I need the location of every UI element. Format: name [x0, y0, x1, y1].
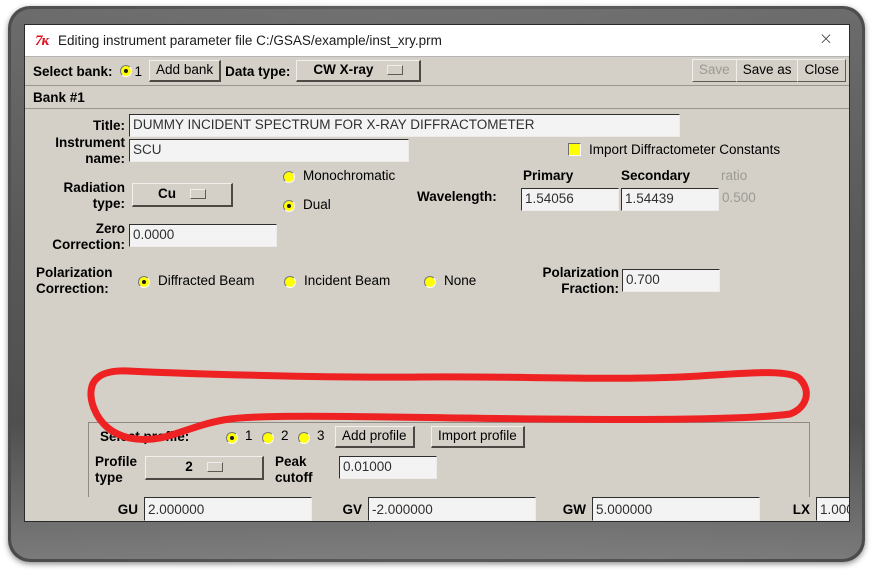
parameter-input-gv[interactable]: -2.000000 — [368, 497, 536, 521]
profile-type-label-line2: type — [95, 470, 123, 485]
close-button[interactable]: Close — [797, 59, 846, 82]
dual-radio[interactable] — [283, 200, 295, 212]
import-constants-label: Import Diffractometer Constants — [589, 142, 781, 157]
option-menu-indicator-icon — [190, 189, 206, 199]
secondary-header: Secondary — [621, 168, 691, 183]
toolbar: Select bank: 1 Add bank Data type: CW X-… — [25, 57, 849, 86]
peak-cutoff-label-line2: cutoff — [275, 470, 313, 485]
desktop-background: 7к Editing instrument parameter file C:/… — [0, 0, 873, 570]
close-icon[interactable]: × — [817, 31, 835, 49]
window-title: Editing instrument parameter file C:/GSA… — [58, 33, 442, 48]
zero-correction-label-line2: Correction: — [52, 237, 125, 252]
parameter-key-gu: GU — [88, 497, 144, 521]
primary-wavelength-input[interactable]: 1.54056 — [521, 188, 619, 211]
zero-correction-label-line1: Zero — [95, 221, 125, 236]
polarization-fraction-label-line2: Fraction: — [561, 281, 619, 296]
peak-cutoff-input[interactable]: 0.01000 — [339, 456, 437, 479]
primary-header: Primary — [523, 168, 574, 183]
parameter-key-gw: GW — [536, 497, 592, 521]
data-type-label: Data type: — [225, 63, 291, 79]
none-label: None — [444, 273, 477, 288]
radiation-type-label-line1: Radiation — [63, 180, 125, 195]
zero-correction-input[interactable]: 0.0000 — [129, 224, 277, 247]
import-constants-checkbox[interactable] — [568, 143, 581, 156]
add-profile-button[interactable]: Add profile — [335, 426, 415, 448]
radiation-type-value: Cu — [158, 186, 176, 201]
data-type-option-menu[interactable]: CW X-ray — [296, 60, 422, 82]
application-window: 7к Editing instrument parameter file C:/… — [24, 24, 850, 522]
profile-radio-3[interactable] — [298, 432, 310, 444]
bank-radio-1[interactable] — [119, 65, 132, 77]
incident-beam-label: Incident Beam — [304, 273, 391, 288]
diffracted-beam-radio[interactable] — [138, 276, 150, 288]
incident-beam-radio[interactable] — [284, 276, 296, 288]
add-bank-button[interactable]: Add bank — [149, 60, 222, 82]
title-input[interactable]: DUMMY INCIDENT SPECTRUM FOR X-RAY DIFFRA… — [129, 114, 680, 137]
radiation-type-label-line2: type: — [92, 196, 125, 211]
polarization-correction-label-line2: Correction: — [36, 281, 109, 296]
none-radio[interactable] — [424, 276, 436, 288]
parameter-input-lx[interactable]: 1.000000 — [816, 497, 849, 521]
title-field-label: Title: — [92, 118, 125, 133]
data-type-value: CW X-ray — [313, 62, 374, 77]
instrument-name-label-line2: name: — [85, 151, 125, 166]
profile-parameter-grid: GU2.000000GV-2.000000GW5.000000LX1.00000… — [88, 497, 849, 521]
select-bank-label: Select bank: — [33, 63, 113, 79]
instrument-name-input[interactable]: SCU — [129, 139, 409, 162]
secondary-wavelength-input[interactable]: 1.54439 — [621, 188, 719, 211]
profile-option-2-label: 2 — [281, 428, 289, 443]
import-profile-button[interactable]: Import profile — [431, 426, 525, 448]
ratio-value: 0.500 — [722, 190, 756, 205]
monochromatic-radio[interactable] — [283, 171, 295, 183]
parameter-row: GU2.000000GV-2.000000GW5.000000LX1.00000… — [88, 497, 849, 521]
profile-option-3-label: 3 — [317, 428, 325, 443]
bank-header-label: Bank #1 — [33, 89, 85, 105]
option-menu-indicator-icon — [206, 462, 223, 472]
parameter-key-lx: LX — [760, 497, 816, 521]
bank-number-label: 1 — [134, 63, 143, 79]
tk-logo-icon: 7к — [35, 32, 49, 49]
bank-header-strip: Bank #1 — [25, 86, 849, 109]
profile-type-value: 2 — [185, 459, 193, 474]
profile-type-option-menu[interactable]: 2 — [145, 456, 264, 480]
radiation-type-option-menu[interactable]: Cu — [132, 183, 233, 207]
diffracted-beam-label: Diffracted Beam — [158, 273, 255, 288]
ratio-header: ratio — [721, 168, 748, 183]
peak-cutoff-label-line1: Peak — [275, 454, 307, 469]
profile-radio-1[interactable] — [226, 432, 238, 444]
instrument-name-label-line1: Instrument — [55, 135, 125, 150]
save-button[interactable]: Save — [691, 59, 737, 82]
polarization-fraction-input[interactable]: 0.700 — [622, 269, 720, 292]
parameter-input-gw[interactable]: 5.000000 — [592, 497, 760, 521]
toolbar-right-buttons: Save Save as Close — [691, 59, 846, 82]
save-as-button[interactable]: Save as — [735, 59, 799, 82]
profile-option-1-label: 1 — [245, 428, 253, 443]
parameter-key-gv: GV — [312, 497, 368, 521]
title-bar: 7к Editing instrument parameter file C:/… — [25, 25, 849, 57]
polarization-correction-label-line1: Polarization — [36, 265, 113, 280]
wavelength-label: Wavelength: — [417, 189, 497, 204]
profile-radio-2[interactable] — [262, 432, 274, 444]
parameter-input-gu[interactable]: 2.000000 — [144, 497, 312, 521]
polarization-fraction-label-line1: Polarization — [542, 265, 619, 280]
monochromatic-label: Monochromatic — [303, 168, 396, 183]
dual-label: Dual — [303, 197, 331, 212]
option-menu-indicator-icon — [387, 65, 404, 75]
form-body: Title: DUMMY INCIDENT SPECTRUM FOR X-RAY… — [25, 109, 849, 521]
select-profile-label: Select profile: — [100, 429, 190, 444]
profile-type-label-line1: Profile — [95, 454, 138, 469]
